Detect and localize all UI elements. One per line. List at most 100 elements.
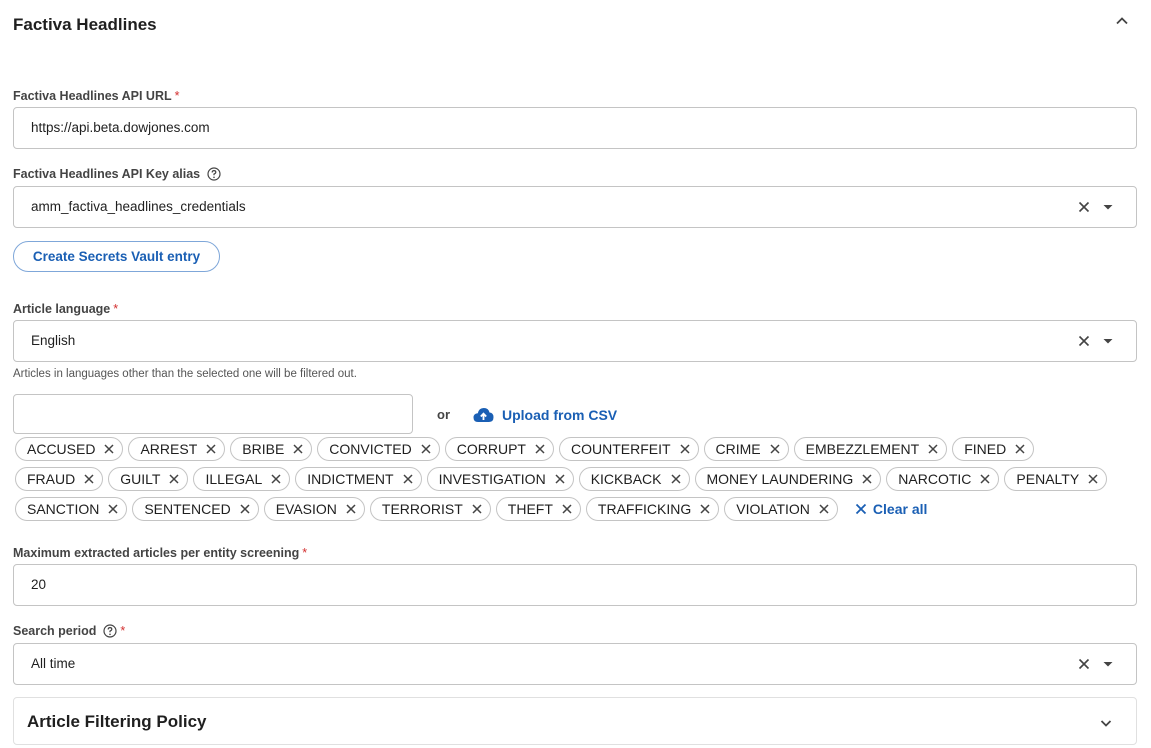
dropdown-arrow-icon[interactable] — [1100, 199, 1116, 215]
chip-label: EMBEZZLEMENT — [805, 441, 920, 457]
remove-chip-icon[interactable] — [979, 473, 991, 485]
article-filtering-policy-panel[interactable]: Article Filtering Policy — [13, 697, 1137, 745]
language-label-text: Article language — [13, 302, 111, 316]
keyword-chip: NARCOTIC — [886, 467, 1000, 491]
search-period-select[interactable]: All time — [13, 643, 1137, 685]
chip-label: THEFT — [507, 501, 553, 517]
chip-label: ACCUSED — [27, 441, 96, 457]
clear-icon[interactable] — [1076, 656, 1092, 672]
remove-chip-icon[interactable] — [861, 473, 873, 485]
chip-label: CORRUPT — [456, 441, 526, 457]
remove-chip-icon[interactable] — [554, 473, 566, 485]
keyword-chip: ILLEGAL — [193, 467, 291, 491]
clear-all-button[interactable]: Clear all — [855, 497, 927, 521]
remove-chip-icon[interactable] — [103, 443, 115, 455]
remove-chip-icon[interactable] — [769, 443, 781, 455]
chip-label: ILLEGAL — [205, 471, 263, 487]
required-marker: * — [113, 302, 119, 316]
keyword-chip: MONEY LAUNDERING — [694, 467, 882, 491]
chip-label: FINED — [964, 441, 1007, 457]
section-header: Factiva Headlines — [0, 0, 1151, 52]
remove-chip-icon[interactable] — [239, 503, 251, 515]
upload-csv-label: Upload from CSV — [502, 407, 618, 423]
remove-chip-icon[interactable] — [402, 473, 414, 485]
or-label: or — [437, 407, 450, 422]
chip-label: INDICTMENT — [307, 471, 394, 487]
policy-title: Article Filtering Policy — [27, 712, 207, 731]
keyword-chip: PENALTY — [1004, 467, 1108, 491]
api-key-select[interactable]: amm_factiva_headlines_credentials — [13, 186, 1137, 228]
clear-all-label: Clear all — [872, 501, 928, 517]
remove-chip-icon[interactable] — [168, 473, 180, 485]
help-circle-icon[interactable] — [207, 167, 221, 181]
remove-chip-icon[interactable] — [107, 503, 119, 515]
keyword-chip: THEFT — [495, 497, 581, 521]
section-title: Factiva Headlines — [13, 15, 157, 34]
required-marker: * — [302, 546, 308, 560]
remove-chip-icon[interactable] — [927, 443, 939, 455]
keyword-chip-row: ACCUSED ARREST BRIBE CONVICTED CORRUPT C… — [15, 437, 1035, 461]
language-select[interactable]: English — [13, 320, 1137, 362]
keyword-chip: SENTENCED — [132, 497, 259, 521]
remove-chip-icon[interactable] — [270, 473, 282, 485]
language-label: Article language * — [13, 302, 118, 316]
chevron-down-icon[interactable] — [1098, 715, 1114, 731]
search-period-value: All time — [31, 656, 76, 671]
clear-icon[interactable] — [1076, 333, 1092, 349]
remove-chip-icon[interactable] — [205, 443, 217, 455]
chip-label: INVESTIGATION — [438, 471, 546, 487]
keyword-chip: CORRUPT — [444, 437, 554, 461]
clear-icon[interactable] — [1076, 199, 1092, 215]
max-articles-input[interactable]: 20 — [13, 564, 1137, 606]
keyword-chip: INDICTMENT — [295, 467, 422, 491]
keyword-chip: GUILT — [108, 467, 189, 491]
api-url-input[interactable]: https://api.beta.dowjones.com — [13, 107, 1137, 149]
keyword-chip: FRAUD — [15, 467, 104, 491]
remove-chip-icon[interactable] — [534, 443, 546, 455]
keyword-chip: KICKBACK — [578, 467, 690, 491]
max-articles-value: 20 — [31, 577, 47, 592]
chip-label: FRAUD — [27, 471, 76, 487]
remove-chip-icon[interactable] — [1014, 443, 1026, 455]
upload-csv-button[interactable]: Upload from CSV — [473, 404, 617, 426]
remove-chip-icon[interactable] — [1087, 473, 1099, 485]
keyword-chip: ARREST — [128, 437, 226, 461]
api-url-label: Factiva Headlines API URL * — [13, 89, 180, 103]
remove-chip-icon[interactable] — [679, 443, 691, 455]
chip-label: ARREST — [140, 441, 198, 457]
max-articles-label-text: Maximum extracted articles per entity sc… — [13, 546, 300, 560]
remove-chip-icon[interactable] — [818, 503, 830, 515]
cloud-upload-icon — [473, 408, 494, 422]
chip-label: TERRORIST — [381, 501, 463, 517]
remove-chip-icon[interactable] — [420, 443, 432, 455]
remove-chip-icon[interactable] — [292, 443, 304, 455]
chip-label: BRIBE — [242, 441, 285, 457]
language-helper-text: Articles in languages other than the sel… — [13, 368, 357, 380]
create-secrets-vault-button[interactable]: Create Secrets Vault entry — [13, 241, 220, 272]
chip-label: MONEY LAUNDERING — [706, 471, 854, 487]
keyword-input[interactable] — [13, 394, 413, 434]
required-marker: * — [120, 624, 126, 638]
keyword-chip: SANCTION — [15, 497, 128, 521]
chip-label: SANCTION — [27, 501, 100, 517]
dropdown-arrow-icon[interactable] — [1100, 333, 1116, 349]
keyword-chip: BRIBE — [230, 437, 313, 461]
search-period-label: Search period * — [13, 624, 125, 638]
help-circle-icon[interactable] — [103, 624, 117, 638]
chip-label: CRIME — [715, 441, 761, 457]
chevron-up-icon[interactable] — [1113, 12, 1131, 30]
language-value: English — [31, 333, 76, 348]
remove-chip-icon[interactable] — [83, 473, 95, 485]
remove-chip-icon[interactable] — [471, 503, 483, 515]
remove-chip-icon[interactable] — [670, 473, 682, 485]
keyword-chip: ACCUSED — [15, 437, 124, 461]
keyword-chip: CRIME — [703, 437, 789, 461]
remove-chip-icon[interactable] — [561, 503, 573, 515]
keyword-chip-row: SANCTION SENTENCED EVASION TERRORIST THE… — [15, 497, 927, 521]
remove-chip-icon[interactable] — [699, 503, 711, 515]
remove-chip-icon[interactable] — [345, 503, 357, 515]
keyword-chip: CONVICTED — [317, 437, 440, 461]
keyword-chip: EMBEZZLEMENT — [793, 437, 948, 461]
chip-label: GUILT — [120, 471, 161, 487]
dropdown-arrow-icon[interactable] — [1100, 656, 1116, 672]
